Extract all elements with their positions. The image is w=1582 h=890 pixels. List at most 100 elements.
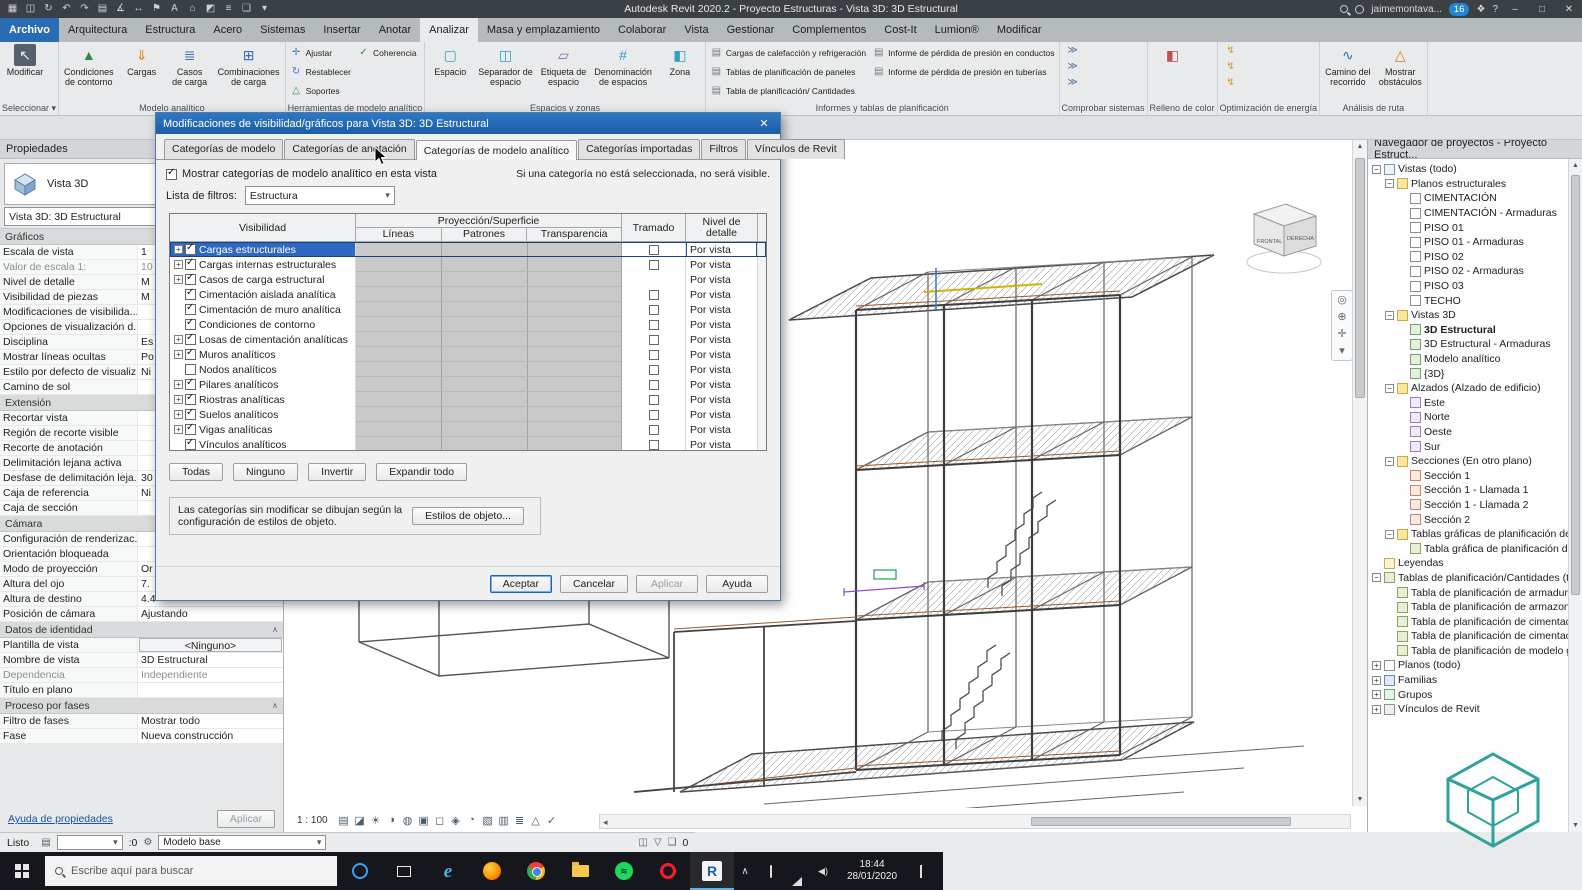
halftone-cell[interactable] (622, 332, 686, 347)
text-icon[interactable]: A (166, 0, 183, 18)
table-row[interactable]: Nodos analíticos Por vista (170, 362, 766, 377)
transparency-override-cell[interactable] (528, 317, 622, 332)
category-cell[interactable]: Vigas analíticas (170, 422, 356, 437)
tree-item[interactable]: 3D Estructural (1368, 323, 1568, 338)
tree-item[interactable]: Tabla de planificación de cimentació... (1368, 629, 1568, 644)
browser-vertical-scrollbar[interactable] (1568, 159, 1582, 832)
expand-icon[interactable] (174, 410, 183, 419)
volume-icon[interactable]: ◀) (812, 866, 834, 877)
customize-qat-icon[interactable]: ▾ (256, 0, 273, 18)
worksets-icon[interactable]: ▤ (41, 837, 50, 848)
adjust-button[interactable]: Ajustar (288, 43, 353, 62)
full-navigation-wheel-icon[interactable]: ◎ (1337, 293, 1347, 307)
firefox-button[interactable] (470, 852, 514, 890)
space-tag-button[interactable]: Etiqueta de espacio (538, 43, 590, 88)
visibility-checkbox[interactable] (185, 242, 196, 255)
app-store-icon[interactable]: ❖ (1476, 4, 1485, 15)
tree-expander-icon[interactable] (1372, 675, 1381, 685)
properties-apply-button[interactable]: Aplicar (216, 810, 275, 828)
visibility-checkbox[interactable] (185, 257, 196, 270)
detail-level-cell[interactable]: Por vista (686, 437, 758, 450)
category-cell[interactable]: Suelos analíticos (170, 407, 356, 422)
vg-tab-filters[interactable]: Filtros (701, 139, 746, 159)
table-row[interactable]: Vigas analíticas Por vista (170, 422, 766, 437)
halftone-checkbox[interactable] (648, 304, 659, 315)
expand-icon[interactable] (174, 245, 183, 254)
table-row[interactable]: Casos de carga estructural Por vista (170, 272, 766, 287)
detail-level-cell[interactable]: Por vista (686, 242, 758, 257)
patterns-override-cell[interactable] (442, 437, 528, 450)
taskbar-search[interactable]: Escribe aquí para buscar (45, 856, 337, 886)
halftone-cell[interactable] (622, 377, 686, 392)
canvas-horizontal-scrollbar[interactable] (599, 814, 1351, 829)
transparency-override-cell[interactable] (528, 272, 622, 287)
tree-expander-icon[interactable] (1372, 690, 1381, 700)
save-icon[interactable]: ◫ (22, 0, 39, 18)
vg-tab-imported-categories[interactable]: Categorías importadas (578, 139, 701, 159)
tree-item[interactable]: Planos (todo) (1368, 658, 1568, 673)
tab-cost-it[interactable]: Cost-It (875, 18, 925, 42)
design-options-icon[interactable]: ⚙ (143, 837, 152, 848)
halftone-checkbox[interactable] (648, 424, 659, 435)
tab-acero[interactable]: Acero (204, 18, 251, 42)
transparency-override-cell[interactable] (528, 392, 622, 407)
detail-level-icon[interactable]: ▤ (336, 814, 352, 827)
pan-icon[interactable]: ✛ (1337, 327, 1346, 341)
show-obstacles-button[interactable]: Mostrar obstáculos (1376, 43, 1425, 88)
color-fill-button[interactable] (1150, 43, 1196, 68)
modify-button[interactable]: Modificar (2, 43, 48, 78)
vg-tab-analytical-categories[interactable]: Categorías de modelo analítico (415, 140, 578, 160)
tree-item[interactable]: Vistas (todo) (1368, 162, 1568, 177)
tree-item[interactable]: PISO 02 (1368, 250, 1568, 265)
halftone-cell[interactable] (622, 362, 686, 377)
panel-schedules-button[interactable]: Tablas de planificación de paneles (708, 62, 868, 81)
section-icon[interactable]: ◩ (202, 0, 219, 18)
table-row[interactable]: Pilares analíticos Por vista (170, 377, 766, 392)
tag-icon[interactable]: ⚑ (148, 0, 165, 18)
tree-item[interactable]: Tabla de planificación de modelo gen... (1368, 644, 1568, 659)
tab-masa-y-emplazamiento[interactable]: Masa y emplazamiento (478, 18, 609, 42)
detail-level-cell[interactable]: Por vista (686, 362, 758, 377)
table-row[interactable]: Suelos analíticos Por vista (170, 407, 766, 422)
detail-level-cell[interactable]: Por vista (686, 257, 758, 272)
expand-icon[interactable] (174, 350, 183, 359)
boundary-conditions-button[interactable]: Condiciones de contorno (61, 43, 117, 88)
temporary-view-properties-icon[interactable]: ≣ (512, 814, 528, 827)
table-row[interactable]: Cargas estructurales Por vista (170, 242, 766, 257)
cortana-button[interactable] (338, 852, 382, 890)
tab-analizar[interactable]: Analizar (420, 18, 478, 42)
space-naming-button[interactable]: Denominación de espacios (591, 43, 655, 88)
halftone-checkbox[interactable] (648, 379, 659, 390)
table-row[interactable]: Losas de cimentación analíticas Por vist… (170, 332, 766, 347)
category-cell[interactable]: Casos de carga estructural (170, 272, 356, 287)
tree-item[interactable]: Familias (1368, 673, 1568, 688)
minimize-button[interactable] (1505, 4, 1525, 15)
transparency-override-cell[interactable] (528, 437, 622, 450)
halftone-cell[interactable] (622, 302, 686, 317)
show-crop-region-icon[interactable]: ◻ (432, 814, 448, 827)
patterns-override-cell[interactable] (442, 272, 528, 287)
transparency-override-cell[interactable] (528, 422, 622, 437)
halftone-cell[interactable] (622, 272, 686, 287)
tab-arquitectura[interactable]: Arquitectura (59, 18, 136, 42)
halftone-cell[interactable] (622, 287, 686, 302)
tree-expander-icon[interactable] (1385, 383, 1394, 393)
filter-icon[interactable]: ▽ (654, 837, 662, 848)
tree-item[interactable]: Tablas de planificación/Cantidades (to..… (1368, 571, 1568, 586)
tree-item[interactable]: Sección 1 (1368, 468, 1568, 483)
transparency-override-cell[interactable] (528, 377, 622, 392)
temporary-hide-isolate-icon[interactable]: ◔ (464, 814, 480, 827)
halftone-checkbox[interactable] (648, 409, 659, 420)
detail-level-cell[interactable]: Por vista (686, 287, 758, 302)
category-cell[interactable]: Vínculos analíticos (170, 437, 356, 450)
tab-insertar[interactable]: Insertar (314, 18, 369, 42)
group-label-select[interactable]: Seleccionar ▾ (2, 102, 56, 115)
visibility-checkbox[interactable] (185, 332, 196, 345)
tree-item[interactable]: Este (1368, 396, 1568, 411)
mic-icon[interactable] (760, 864, 782, 878)
schedule-quantities-button[interactable]: Tabla de planificación/ Cantidades (708, 81, 868, 100)
reset-button[interactable]: Restablecer (288, 62, 353, 81)
patterns-override-cell[interactable] (442, 257, 528, 272)
tree-item[interactable]: Tabla de planificación de cimentació... (1368, 614, 1568, 629)
tree-expander-icon[interactable] (1385, 179, 1394, 189)
